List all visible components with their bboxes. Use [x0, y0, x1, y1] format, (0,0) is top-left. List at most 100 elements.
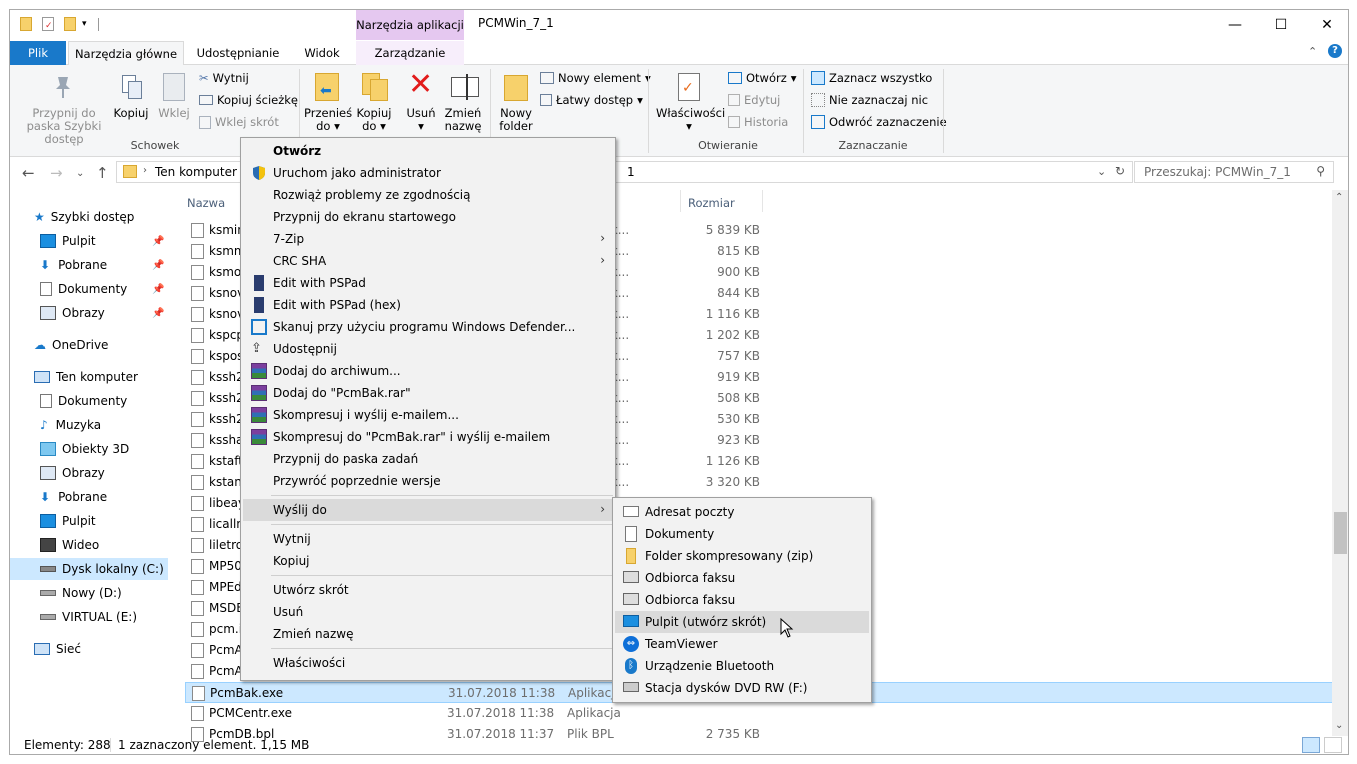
menu-pspad-hex[interactable]: Edit with PSPad (hex) [243, 294, 613, 316]
minimize-button[interactable]: — [1212, 10, 1258, 40]
delete-button[interactable]: Usuń ▾ [404, 107, 438, 133]
scroll-up-icon[interactable]: ⌃ [1335, 192, 1343, 203]
vertical-scrollbar[interactable]: ⌃ ⌄ [1332, 190, 1348, 736]
new-item-button[interactable]: Nowy element ▾ [540, 71, 651, 85]
menu-share[interactable]: ⇪ Udostępnij [243, 338, 613, 360]
open-button[interactable]: Otwórz ▾ [728, 71, 797, 85]
menu-restore-versions[interactable]: Przywróć poprzednie wersje [243, 470, 613, 492]
menu-add-rar[interactable]: Dodaj do "PcmBak.rar" [243, 382, 613, 404]
maximize-button[interactable]: ☐ [1258, 10, 1304, 40]
pin-quick-access-button[interactable]: Przypnij do paska Szybki dostęp [14, 107, 114, 146]
address-dropdown-icon[interactable]: ⌄ [1097, 165, 1106, 178]
menu-cut[interactable]: Wytnij [243, 528, 613, 550]
menu-pspad[interactable]: Edit with PSPad [243, 272, 613, 294]
menu-pin-taskbar[interactable]: Przypnij do paska zadań [243, 448, 613, 470]
search-input[interactable]: Przeszukaj: PCMWin_7_1 ⚲ [1134, 161, 1334, 183]
sendto-bluetooth[interactable]: ᛒ Urządzenie Bluetooth [615, 655, 869, 677]
sendto-desktop[interactable]: Pulpit (utwórz skrót) [615, 611, 869, 633]
menu-troubleshoot[interactable]: Rozwiąż problemy ze zgodnością [243, 184, 613, 206]
properties-button[interactable]: Właściwości ▾ [656, 107, 725, 133]
nav-pictures[interactable]: Obrazy [40, 302, 105, 324]
collapse-ribbon-icon[interactable]: ⌃ [1308, 45, 1317, 58]
menu-crc-sha[interactable]: CRC SHA › [243, 250, 613, 272]
select-none-button[interactable]: Nie zaznaczaj nic [811, 93, 928, 107]
nav-downloads[interactable]: ⬇ Pobrane [40, 254, 107, 276]
nav-pc-desktop[interactable]: Pulpit [40, 510, 96, 532]
up-button[interactable]: ↑ [96, 164, 109, 182]
forward-button[interactable]: → [50, 164, 63, 182]
sendto-dvd[interactable]: Stacja dysków DVD RW (F:) [615, 677, 869, 699]
column-header-size[interactable]: Rozmiar [688, 196, 735, 210]
history-button[interactable]: Historia [728, 115, 788, 129]
nav-documents[interactable]: Dokumenty [40, 278, 127, 300]
nav-video[interactable]: Wideo [40, 534, 99, 556]
recent-locations-icon[interactable]: ⌄ [76, 168, 84, 179]
properties-qat-icon[interactable]: ✓ [42, 17, 54, 31]
nav-quick-access[interactable]: ★ Szybki dostęp [34, 206, 134, 228]
column-header-name[interactable]: Nazwa [187, 196, 225, 210]
menu-add-archive[interactable]: Dodaj do archiwum... [243, 360, 613, 382]
tab-file[interactable]: Plik [10, 41, 66, 65]
select-all-button[interactable]: Zaznacz wszystko [811, 71, 932, 85]
nav-pc-downloads[interactable]: ⬇ Pobrane [40, 486, 107, 508]
nav-disk-d[interactable]: Nowy (D:) [40, 582, 122, 604]
menu-create-shortcut[interactable]: Utwórz skrót [243, 579, 613, 601]
nav-disk-c[interactable]: Dysk lokalny (C:) [10, 558, 168, 580]
table-row[interactable]: PCMCentr.exe 31.07.2018 11:38 Aplikacja [185, 703, 1335, 724]
sendto-documents[interactable]: Dokumenty [615, 523, 869, 545]
paste-button[interactable]: Wklej [156, 107, 192, 120]
menu-send-to[interactable]: Wyślij do › [243, 499, 613, 521]
help-icon[interactable]: ? [1328, 44, 1342, 58]
nav-disk-e[interactable]: VIRTUAL (E:) [40, 606, 137, 628]
copy-to-button[interactable]: Kopiuj do ▾ [352, 107, 396, 133]
copy-button[interactable]: Kopiuj [112, 107, 150, 120]
menu-compress-email[interactable]: Skompresuj i wyślij e-mailem... [243, 404, 613, 426]
menu-compress-rar-email[interactable]: Skompresuj do "PcmBak.rar" i wyślij e-ma… [243, 426, 613, 448]
nav-this-pc[interactable]: Ten komputer [34, 366, 138, 388]
menu-run-as-admin[interactable]: Uruchom jako administrator [243, 162, 613, 184]
rename-button[interactable]: Zmień nazwę [442, 107, 484, 133]
sendto-mail[interactable]: Adresat poczty [615, 501, 869, 523]
nav-onedrive[interactable]: ☁ OneDrive [34, 334, 108, 356]
large-icons-view-icon[interactable] [1324, 737, 1342, 753]
new-folder-qat-icon[interactable] [64, 17, 76, 31]
menu-open[interactable]: Otwórz [243, 140, 613, 162]
paste-shortcut-button[interactable]: Wklej skrót [199, 115, 279, 129]
tab-manage[interactable]: Zarządzanie [356, 41, 464, 65]
easy-access-button[interactable]: Łatwy dostęp ▾ [540, 93, 643, 107]
refresh-icon[interactable]: ↻ [1115, 164, 1125, 178]
move-to-button[interactable]: Przenieś do ▾ [304, 107, 352, 133]
nav-desktop[interactable]: Pulpit [40, 230, 96, 252]
copy-path-button[interactable]: Kopiuj ścieżkę [199, 93, 298, 107]
scrollbar-thumb[interactable] [1334, 512, 1347, 554]
sendto-teamviewer[interactable]: ⇔ TeamViewer [615, 633, 869, 655]
menu-copy[interactable]: Kopiuj [243, 550, 613, 572]
back-button[interactable]: ← [22, 164, 35, 182]
new-folder-button[interactable]: Nowy folder [494, 107, 538, 133]
tab-view[interactable]: Widok [294, 41, 350, 65]
close-button[interactable]: ✕ [1304, 10, 1348, 40]
menu-properties[interactable]: Właściwości [243, 652, 613, 674]
sendto-fax-1[interactable]: Odbiorca faksu [615, 567, 869, 589]
nav-music[interactable]: ♪ Muzyka [40, 414, 101, 436]
nav-network[interactable]: Sieć [34, 638, 81, 660]
sendto-zip[interactable]: Folder skompresowany (zip) [615, 545, 869, 567]
nav-3d-objects[interactable]: Obiekty 3D [40, 438, 129, 460]
tab-share[interactable]: Udostępnianie [190, 41, 286, 65]
details-view-icon[interactable] [1302, 737, 1320, 753]
sendto-fax-2[interactable]: Odbiorca faksu [615, 589, 869, 611]
qat-dropdown-icon[interactable]: ▾ [82, 19, 87, 29]
nav-pc-documents[interactable]: Dokumenty [40, 390, 127, 412]
menu-7zip[interactable]: 7-Zip › [243, 228, 613, 250]
menu-rename[interactable]: Zmień nazwę [243, 623, 613, 645]
breadcrumb-this-pc[interactable]: Ten komputer [155, 165, 237, 179]
menu-defender[interactable]: Skanuj przy użyciu programu Windows Defe… [243, 316, 613, 338]
menu-pin-start[interactable]: Przypnij do ekranu startowego [243, 206, 613, 228]
tab-home[interactable]: Narzędzia główne [68, 41, 184, 66]
edit-button[interactable]: Edytuj [728, 93, 780, 107]
scroll-down-icon[interactable]: ⌄ [1335, 720, 1343, 731]
breadcrumb-tail[interactable]: 1 [627, 165, 635, 179]
nav-pc-pictures[interactable]: Obrazy [40, 462, 105, 484]
menu-delete[interactable]: Usuń [243, 601, 613, 623]
cut-button[interactable]: ✂ Wytnij [199, 71, 249, 85]
